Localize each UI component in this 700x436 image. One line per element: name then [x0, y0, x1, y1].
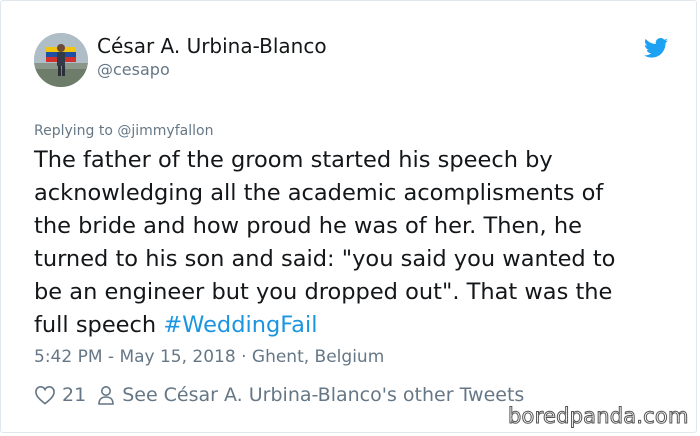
- avatar-photo: [34, 33, 88, 87]
- like-count: 21: [62, 384, 87, 406]
- hashtag-link[interactable]: #WeddingFail: [163, 312, 317, 338]
- twitter-bird-icon[interactable]: [644, 38, 668, 58]
- tweet-card: César A. Urbina-Blanco @cesapo Replying …: [0, 0, 697, 433]
- tweet-text-line: The father of the groom started his spee…: [34, 147, 553, 173]
- boredpanda-watermark: boredpanda.com: [508, 404, 689, 429]
- tweet-actions: 21 See César A. Urbina-Blanco's other Tw…: [34, 382, 524, 408]
- author-display-name[interactable]: César A. Urbina-Blanco: [97, 34, 327, 58]
- avatar[interactable]: [34, 33, 88, 87]
- person-icon: [98, 386, 114, 405]
- author-handle[interactable]: @cesapo: [97, 60, 170, 80]
- tweet-text-last-line: full speech #WeddingFail: [34, 309, 684, 342]
- replying-to[interactable]: Replying to @jimmyfallon: [34, 122, 213, 140]
- tweet-text-line: the bride and how proud he was of her. T…: [34, 213, 582, 239]
- other-tweets-link[interactable]: See César A. Urbina-Blanco's other Tweet…: [122, 384, 524, 406]
- heart-icon[interactable]: [34, 385, 56, 405]
- tweet-text-line: acknowledging all the academic acomplism…: [34, 180, 604, 206]
- tweet-text-final: full speech: [34, 312, 164, 338]
- tweet-text-line: be an engineer but you dropped out". Tha…: [34, 279, 613, 305]
- timestamp-location[interactable]: 5:42 PM - May 15, 2018 · Ghent, Belgium: [34, 346, 384, 368]
- tweet-text-line: turned to his son and said: "you said yo…: [34, 246, 616, 272]
- tweet-text: The father of the groom started his spee…: [34, 144, 684, 342]
